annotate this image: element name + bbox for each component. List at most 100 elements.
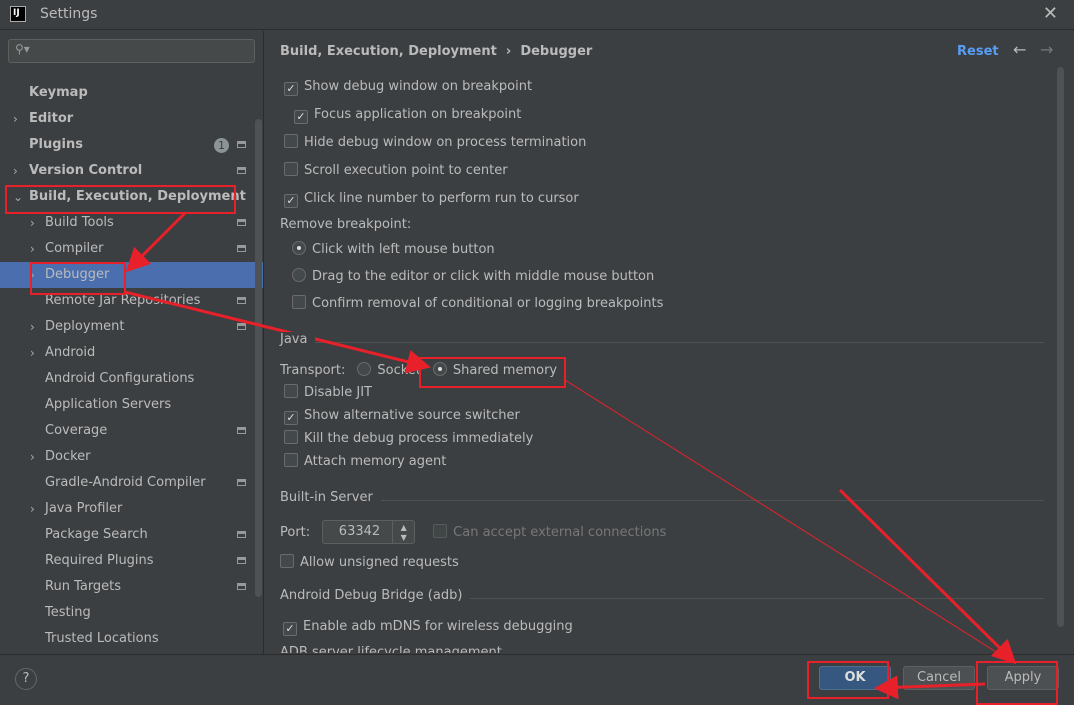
sidebar-scrollbar[interactable] (255, 119, 262, 597)
socket-radio[interactable]: Socket (357, 362, 421, 378)
chevron-right-icon[interactable]: › (13, 106, 18, 132)
chevron-right-icon[interactable]: › (13, 158, 18, 184)
checkbox-icon[interactable] (433, 523, 448, 538)
sidebar-item-testing[interactable]: Testing (0, 600, 263, 626)
sidebar-item-android-configurations[interactable]: Android Configurations (0, 366, 263, 392)
sidebar-item-gradle-android-compiler[interactable]: Gradle-Android Compiler (0, 470, 263, 496)
cancel-button[interactable]: Cancel (903, 666, 975, 690)
breadcrumb-parent[interactable]: Build, Execution, Deployment (280, 44, 497, 59)
checkbox-icon[interactable] (280, 554, 294, 568)
sidebar-item-coverage[interactable]: Coverage (0, 418, 263, 444)
disable-jit-checkbox[interactable]: Disable JIT (284, 383, 372, 403)
allow-unsigned-checkbox[interactable]: Allow unsigned requests (280, 553, 459, 573)
back-arrow-icon[interactable]: ← (1013, 40, 1026, 59)
remove-left-click-radio[interactable]: Click with left mouse button (292, 240, 495, 260)
radio-icon[interactable] (292, 268, 306, 282)
checkbox-icon[interactable]: ✓ (284, 411, 298, 425)
settings-sidebar: ⚲▾ Keymap › Editor Plugins 1 › Version Control… (0, 31, 264, 654)
sidebar-item-editor[interactable]: › Editor (0, 106, 263, 132)
project-settings-icon (237, 531, 246, 538)
chevron-right-icon[interactable]: › (30, 340, 35, 366)
checkbox-icon[interactable] (284, 162, 298, 176)
java-section-header: Java (280, 332, 1044, 352)
shared-memory-radio[interactable]: Shared memory (432, 362, 557, 378)
scroll-execution-checkbox[interactable]: Scroll execution point to center (284, 161, 508, 181)
chevron-right-icon[interactable]: › (30, 444, 35, 470)
sidebar-item-label: Android (45, 345, 96, 360)
sidebar-item-docker[interactable]: › Docker (0, 444, 263, 470)
sidebar-item-label: Android Configurations (45, 371, 195, 386)
remove-drag-radio[interactable]: Drag to the editor or click with middle … (292, 267, 654, 287)
click-line-number-checkbox[interactable]: ✓ Click line number to perform run to cur… (284, 189, 579, 209)
sidebar-item-label: Plugins (29, 137, 83, 152)
main-scrollbar[interactable] (1057, 67, 1064, 627)
sidebar-item-keymap[interactable]: Keymap (0, 80, 263, 106)
checkbox-icon[interactable]: ✓ (294, 110, 308, 124)
breadcrumb: Build, Execution, Deployment › Debugger (280, 44, 592, 59)
sidebar-item-label: Gradle-Android Compiler (45, 475, 206, 490)
adb-lifecycle-label: ADB server lifecycle management (280, 645, 502, 653)
chevron-right-icon[interactable]: › (30, 262, 35, 288)
sidebar-item-build-tools[interactable]: › Build Tools (0, 210, 263, 236)
confirm-removal-checkbox[interactable]: Confirm removal of conditional or loggin… (292, 294, 663, 314)
sidebar-item-debugger[interactable]: › Debugger (0, 262, 263, 288)
forward-arrow-icon[interactable]: → (1040, 40, 1053, 59)
sidebar-item-label: Version Control (29, 163, 143, 178)
sidebar-item-plugins[interactable]: Plugins 1 (0, 132, 263, 158)
checkbox-icon[interactable] (284, 453, 298, 467)
checkbox-icon[interactable] (284, 430, 298, 444)
ok-button[interactable]: OK (819, 666, 891, 690)
checkbox-icon[interactable]: ✓ (284, 82, 298, 96)
radio-icon[interactable] (292, 241, 306, 255)
chevron-right-icon[interactable]: › (30, 236, 35, 262)
sidebar-item-package-search[interactable]: Package Search (0, 522, 263, 548)
sidebar-item-required-plugins[interactable]: Required Plugins (0, 548, 263, 574)
external-connections-checkbox[interactable]: Can accept external connections (433, 523, 666, 540)
sidebar-item-label: Editor (29, 111, 74, 126)
window-title: Settings (40, 6, 98, 22)
sidebar-item-remote-jar-repositories[interactable]: Remote Jar Repositories (0, 288, 263, 314)
project-settings-icon (237, 167, 246, 174)
checkbox-icon[interactable] (292, 295, 306, 309)
kill-debug-process-checkbox[interactable]: Kill the debug process immediately (284, 429, 533, 449)
update-count-badge: 1 (214, 138, 229, 153)
apply-button[interactable]: Apply (987, 666, 1059, 690)
checkbox-icon[interactable] (284, 384, 298, 398)
sidebar-item-build-execution-deployment[interactable]: ⌄ Build, Execution, Deployment (0, 184, 263, 210)
reset-link[interactable]: Reset (957, 44, 999, 59)
alt-source-switcher-checkbox[interactable]: ✓ Show alternative source switcher (284, 406, 520, 426)
sidebar-item-label: Build, Execution, Deployment (29, 189, 246, 204)
transport-row: Transport: Socket Shared memory (280, 362, 558, 378)
port-spinner[interactable]: 63342 ▲ ▼ (322, 520, 416, 544)
attach-memory-agent-checkbox[interactable]: Attach memory agent (284, 452, 446, 472)
checkbox-icon[interactable] (284, 134, 298, 148)
adb-mdns-checkbox[interactable]: ✓ Enable adb mDNS for wireless debugging (283, 617, 573, 637)
project-settings-icon (237, 427, 246, 434)
search-input[interactable]: ⚲▾ (8, 39, 255, 63)
chevron-right-icon[interactable]: › (30, 210, 35, 236)
show-debug-window-checkbox[interactable]: ✓ Show debug window on breakpoint (284, 77, 532, 97)
hide-debug-window-checkbox[interactable]: Hide debug window on process termination (284, 133, 586, 153)
chevron-down-icon[interactable]: ⌄ (13, 184, 23, 210)
focus-application-checkbox[interactable]: ✓ Focus application on breakpoint (294, 105, 521, 125)
sidebar-item-label: Docker (45, 449, 91, 464)
sidebar-item-compiler[interactable]: › Compiler (0, 236, 263, 262)
sidebar-item-label: Application Servers (45, 397, 172, 412)
checkbox-icon[interactable]: ✓ (283, 622, 297, 636)
project-settings-icon (237, 557, 246, 564)
sidebar-item-application-servers[interactable]: Application Servers (0, 392, 263, 418)
checkbox-icon[interactable]: ✓ (284, 194, 298, 208)
dialog-footer: ? OK Cancel Apply (0, 654, 1074, 705)
sidebar-item-deployment[interactable]: › Deployment (0, 314, 263, 340)
sidebar-item-trusted-locations[interactable]: Trusted Locations (0, 626, 263, 652)
help-button[interactable]: ? (15, 668, 37, 690)
sidebar-item-java-profiler[interactable]: › Java Profiler (0, 496, 263, 522)
sidebar-item-run-targets[interactable]: Run Targets (0, 574, 263, 600)
chevron-right-icon[interactable]: › (30, 496, 35, 522)
spinner-arrows-icon[interactable]: ▲ ▼ (392, 521, 414, 543)
sidebar-item-version-control[interactable]: › Version Control (0, 158, 263, 184)
close-icon[interactable]: ✕ (1043, 3, 1058, 24)
chevron-right-icon[interactable]: › (30, 314, 35, 340)
project-settings-icon (237, 245, 246, 252)
sidebar-item-android[interactable]: › Android (0, 340, 263, 366)
